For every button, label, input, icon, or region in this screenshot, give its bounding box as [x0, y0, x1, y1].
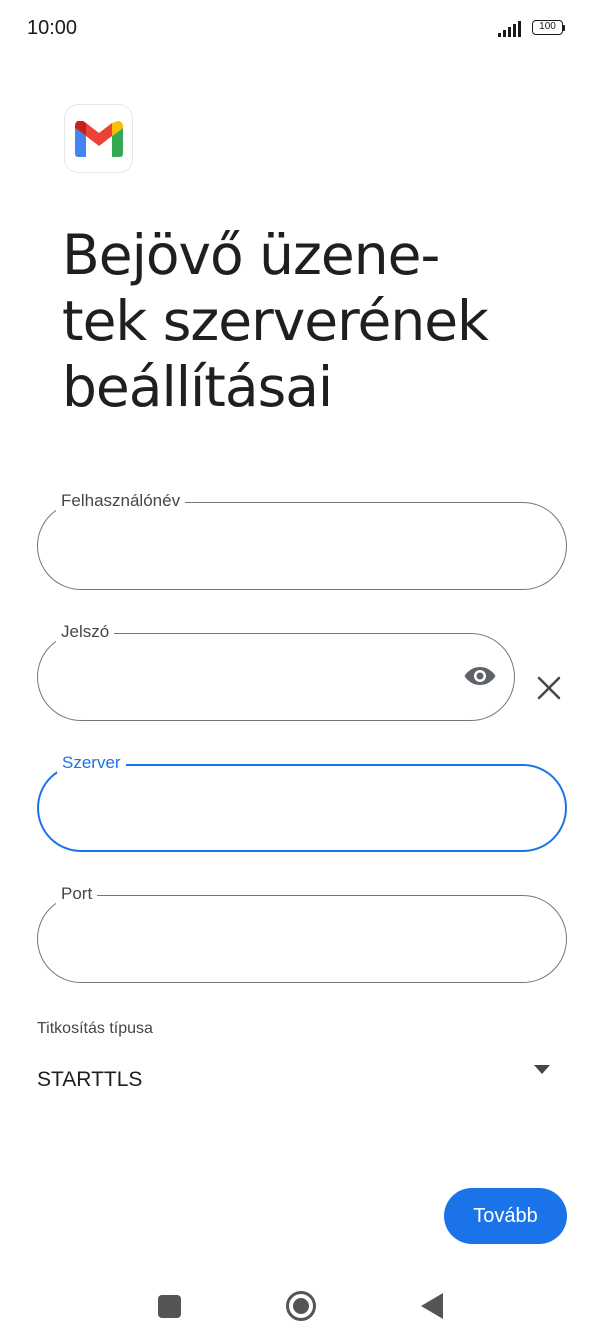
encryption-type-select[interactable]: STARTTLS — [37, 1060, 557, 1104]
port-field[interactable]: Port — [37, 884, 567, 983]
username-field[interactable]: Felhasználónév — [37, 491, 567, 590]
navigation-bar — [0, 1270, 604, 1344]
password-label: Jelszó — [56, 622, 115, 642]
status-time: 10:00 — [27, 17, 78, 39]
password-input[interactable] — [62, 658, 450, 694]
battery-icon: 100 — [532, 20, 566, 36]
encryption-type-label: Titkosítás típusa — [37, 1020, 153, 1037]
dropdown-arrow-icon — [534, 1065, 550, 1074]
square-icon[interactable] — [158, 1295, 181, 1318]
status-bar: 10:00 100 — [0, 0, 604, 58]
signal-icon — [498, 21, 521, 37]
triangle-back-icon[interactable] — [421, 1293, 445, 1319]
circle-home-icon[interactable] — [285, 1290, 317, 1322]
gmail-logo-icon — [64, 104, 133, 173]
username-input[interactable] — [62, 527, 542, 563]
server-input[interactable] — [63, 790, 541, 826]
password-field[interactable]: Jelszó — [37, 622, 515, 721]
close-icon[interactable] — [536, 675, 562, 701]
server-label: Szerver — [57, 753, 126, 773]
username-label: Felhasználónév — [56, 491, 186, 511]
port-label: Port — [56, 884, 98, 904]
eye-icon[interactable] — [464, 664, 496, 688]
page-title: Bejövő üzene- tek szerverének beállítása… — [62, 223, 489, 419]
encryption-type-value: STARTTLS — [37, 1068, 143, 1091]
battery-level: 100 — [532, 20, 563, 35]
port-input[interactable] — [62, 920, 542, 956]
next-button[interactable]: Tovább — [444, 1188, 567, 1244]
server-field[interactable]: Szerver — [37, 753, 567, 852]
